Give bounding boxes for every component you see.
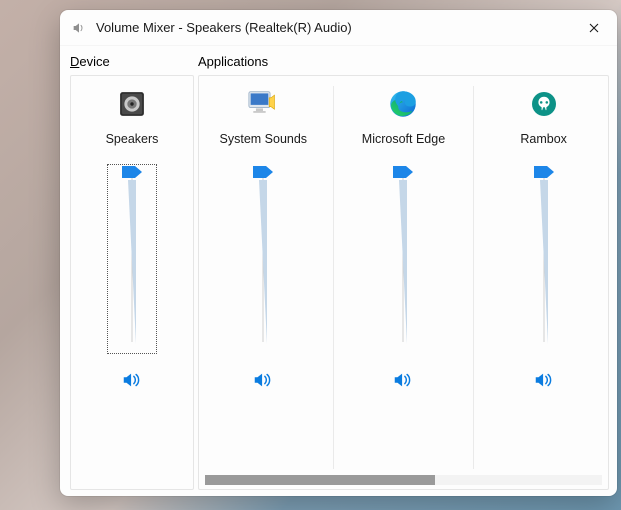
system-sounds-icon[interactable]: [245, 86, 281, 122]
close-button[interactable]: [571, 10, 617, 46]
speaker-device-icon[interactable]: [114, 86, 150, 122]
device-panel: Speakers: [70, 75, 194, 490]
scrollbar-thumb[interactable]: [205, 475, 435, 485]
content: Device Speakers: [60, 46, 617, 496]
app-channel-edge: Microsoft Edge: [344, 86, 462, 469]
device-section-label: Device: [70, 54, 194, 69]
app-volume-slider[interactable]: [238, 164, 288, 354]
app-name[interactable]: Rambox: [520, 132, 567, 146]
app-mute-button[interactable]: [530, 368, 558, 392]
device-mute-button[interactable]: [118, 368, 146, 392]
app-channel-system-sounds: System Sounds: [204, 86, 322, 469]
slider-thumb[interactable]: [534, 166, 554, 178]
horizontal-scrollbar[interactable]: [205, 475, 602, 485]
app-name[interactable]: Microsoft Edge: [362, 132, 445, 146]
app-mute-button[interactable]: [389, 368, 417, 392]
applications-section-label: Applications: [198, 54, 609, 69]
app-volume-slider[interactable]: [378, 164, 428, 354]
divider: [333, 86, 334, 469]
device-volume-slider[interactable]: [107, 164, 157, 354]
volume-mixer-window: Volume Mixer - Speakers (Realtek(R) Audi…: [60, 10, 617, 496]
speaker-icon: [70, 19, 88, 37]
rambox-icon[interactable]: [526, 86, 562, 122]
window-title: Volume Mixer - Speakers (Realtek(R) Audi…: [96, 20, 571, 35]
slider-thumb[interactable]: [122, 166, 142, 178]
slider-thumb[interactable]: [253, 166, 273, 178]
applications-section: Applications System Sounds: [198, 54, 609, 490]
app-name[interactable]: System Sounds: [220, 132, 308, 146]
app-mute-button[interactable]: [249, 368, 277, 392]
device-name[interactable]: Speakers: [106, 132, 159, 146]
app-volume-slider[interactable]: [519, 164, 569, 354]
device-channel: Speakers: [73, 86, 191, 481]
divider: [473, 86, 474, 469]
slider-thumb[interactable]: [393, 166, 413, 178]
edge-icon[interactable]: [385, 86, 421, 122]
device-section: Device Speakers: [70, 54, 198, 490]
applications-panel: System Sounds: [198, 75, 609, 490]
titlebar: Volume Mixer - Speakers (Realtek(R) Audi…: [60, 10, 617, 46]
app-channel-rambox: Rambox: [485, 86, 603, 469]
